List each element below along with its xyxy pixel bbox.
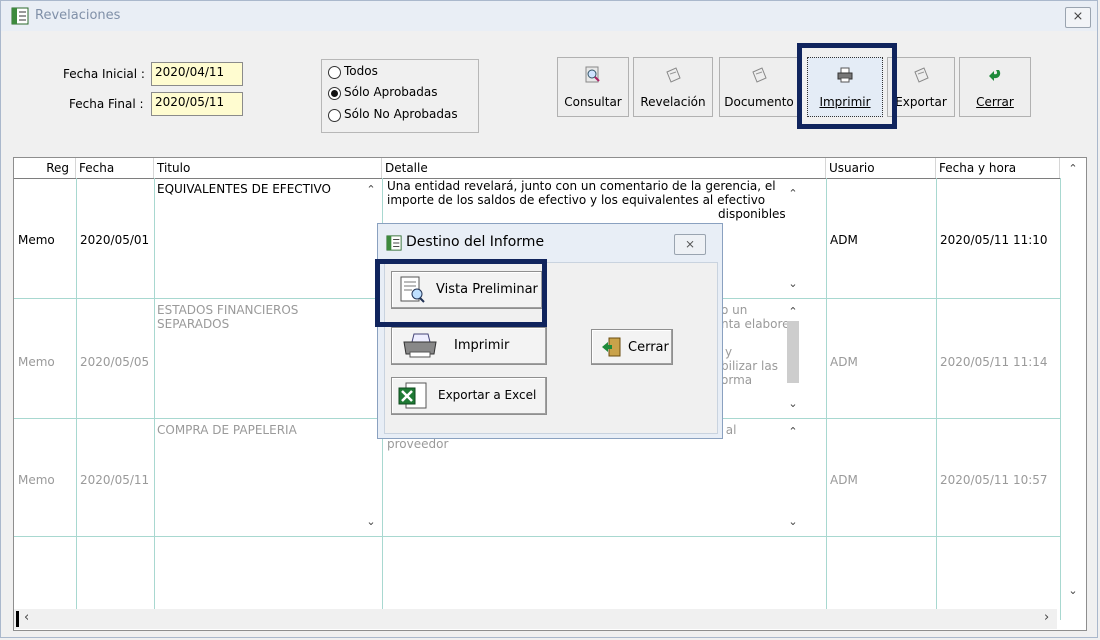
- exportar-excel-button[interactable]: Exportar a Excel: [391, 377, 547, 415]
- exportar-button[interactable]: Exportar: [887, 57, 955, 117]
- vista-preliminar-highlight: [375, 259, 547, 327]
- cell-detalle-line: o un: [721, 303, 748, 317]
- text-cursor: [16, 611, 19, 627]
- cell-scroll-down-icon[interactable]: ⌄: [364, 515, 378, 528]
- radio-indicator-selected: [328, 87, 341, 100]
- cerrar-label: Cerrar: [976, 95, 1014, 109]
- fecha-final-input[interactable]: 2020/05/11: [151, 92, 243, 116]
- close-icon[interactable]: ⨯: [1065, 7, 1091, 28]
- col-header-reg[interactable]: Reg: [14, 158, 76, 178]
- documento-button[interactable]: Documento: [719, 57, 799, 117]
- grid-row-divider: [14, 536, 1060, 537]
- grid-vline: [1060, 178, 1061, 620]
- cell-detalle-line: nta elabore: [721, 317, 790, 331]
- cell-scroll-thumb[interactable]: [787, 321, 799, 383]
- cell-scroll-up-icon[interactable]: ⌃: [786, 425, 800, 438]
- cell-scroll-up-icon[interactable]: ⌃: [786, 305, 800, 318]
- cell-detalle-line: orma: [721, 373, 753, 387]
- col-header-fecha-hora[interactable]: Fecha y hora: [936, 158, 1060, 178]
- imprimir-dialog-button[interactable]: Imprimir: [391, 327, 547, 365]
- radio-label: Todos: [344, 64, 378, 78]
- excel-icon: [398, 382, 427, 409]
- cell-reg: Memo: [18, 355, 55, 369]
- cell-fecha: 2020/05/05: [80, 355, 150, 369]
- cell-fecha: 2020/05/01: [80, 233, 150, 247]
- revelacion-button[interactable]: Revelación: [633, 57, 713, 117]
- radio-todos[interactable]: Todos: [328, 64, 478, 82]
- document-icon: [666, 67, 681, 83]
- scroll-down-icon[interactable]: ⌄: [1066, 584, 1080, 597]
- col-header-fecha[interactable]: Fecha: [76, 158, 154, 178]
- scroll-right-icon[interactable]: ›: [1044, 610, 1049, 625]
- title-bar: Revelaciones ⨯: [1, 1, 1097, 31]
- exportar-excel-label: Exportar a Excel: [438, 388, 537, 402]
- return-arrow-icon: [989, 70, 1001, 81]
- cell-usuario: ADM: [830, 473, 858, 487]
- cell-fecha-hora: 2020/05/11 11:10: [940, 233, 1048, 247]
- cell-detalle-line: proveedor: [387, 437, 449, 451]
- imprimir-dialog-label: Imprimir: [454, 338, 510, 353]
- radio-indicator: [328, 109, 341, 122]
- documento-label: Documento: [724, 95, 794, 109]
- revelacion-label: Revelación: [640, 95, 706, 109]
- cell-fecha-hora: 2020/05/11 11:14: [940, 355, 1048, 369]
- cell-titulo: SEPARADOS: [157, 317, 230, 331]
- dialog-close-icon[interactable]: ⨯: [674, 234, 706, 255]
- cell-scroll-up-icon[interactable]: ⌃: [786, 187, 800, 200]
- dialog-title: Destino del Informe: [406, 234, 545, 250]
- imprimir-highlight: [797, 43, 897, 129]
- cell-detalle-line: y: [725, 345, 733, 359]
- col-header-detalle[interactable]: Detalle: [382, 158, 826, 178]
- cell-reg: Memo: [18, 233, 55, 247]
- consultar-label: Consultar: [564, 95, 622, 109]
- cell-fecha-hora: 2020/05/11 10:57: [940, 473, 1048, 487]
- cell-scroll-down-icon[interactable]: ⌄: [786, 397, 800, 410]
- cell-usuario: ADM: [830, 355, 858, 369]
- cell-titulo: COMPRA DE PAPELERIA: [157, 423, 297, 437]
- radio-label: Sólo Aprobadas: [344, 85, 438, 99]
- exportar-label: Exportar: [895, 95, 947, 109]
- cell-detalle-line: importe de los saldos de efectivo y los …: [387, 193, 766, 207]
- app-icon: [11, 7, 29, 25]
- window-title: Revelaciones: [35, 8, 121, 23]
- cell-scroll-down-icon[interactable]: ⌄: [786, 515, 800, 528]
- destino-informe-dialog: Destino del Informe ⨯ Vista Preliminar I…: [377, 223, 723, 439]
- radio-indicator: [328, 66, 341, 79]
- fecha-inicial-input[interactable]: 2020/04/11: [151, 62, 243, 86]
- cell-detalle-line: disponibles: [718, 207, 786, 221]
- col-header-titulo[interactable]: Titulo: [154, 158, 382, 178]
- horizontal-scrollbar[interactable]: ‹ ›: [14, 609, 1057, 629]
- printer-icon: [403, 333, 437, 358]
- document-icon: [752, 67, 767, 83]
- approval-filter-group: Todos Sólo Aprobadas Sólo No Aprobadas: [321, 59, 479, 133]
- radio-label: Sólo No Aprobadas: [344, 107, 458, 121]
- cell-fecha: 2020/05/11: [80, 473, 150, 487]
- scroll-up-icon[interactable]: ⌃: [1066, 162, 1080, 175]
- radio-solo-aprobadas[interactable]: Sólo Aprobadas: [328, 85, 478, 103]
- cerrar-button[interactable]: Cerrar: [959, 57, 1031, 117]
- main-window: Revelaciones ⨯ Fecha Inicial : 2020/04/1…: [0, 0, 1098, 638]
- fecha-inicial-label: Fecha Inicial :: [63, 67, 145, 81]
- export-icon: [914, 67, 929, 83]
- consultar-button[interactable]: Consultar: [557, 57, 629, 117]
- cell-titulo: EQUIVALENTES DE EFECTIVO: [157, 182, 331, 196]
- cell-detalle-line: bilizar las: [721, 359, 778, 373]
- fecha-final-label: Fecha Final :: [69, 97, 144, 111]
- dialog-app-icon: [386, 235, 402, 251]
- cell-scroll-down-icon[interactable]: ⌄: [786, 277, 800, 290]
- cerrar-dialog-label: Cerrar: [628, 340, 669, 355]
- radio-solo-no-aprobadas[interactable]: Sólo No Aprobadas: [328, 107, 478, 125]
- cell-reg: Memo: [18, 473, 55, 487]
- scroll-left-icon[interactable]: ‹: [24, 610, 29, 625]
- exit-door-icon: [602, 337, 621, 357]
- magnifier-icon: [585, 66, 600, 83]
- cell-usuario: ADM: [830, 233, 858, 247]
- cerrar-dialog-button[interactable]: Cerrar: [591, 329, 673, 365]
- cell-scroll-up-icon[interactable]: ⌃: [364, 183, 378, 196]
- cell-detalle-line: Una entidad revelará, junto con un comen…: [387, 179, 776, 193]
- col-header-usuario[interactable]: Usuario: [826, 158, 936, 178]
- cell-titulo: ESTADOS FINANCIEROS: [157, 303, 299, 317]
